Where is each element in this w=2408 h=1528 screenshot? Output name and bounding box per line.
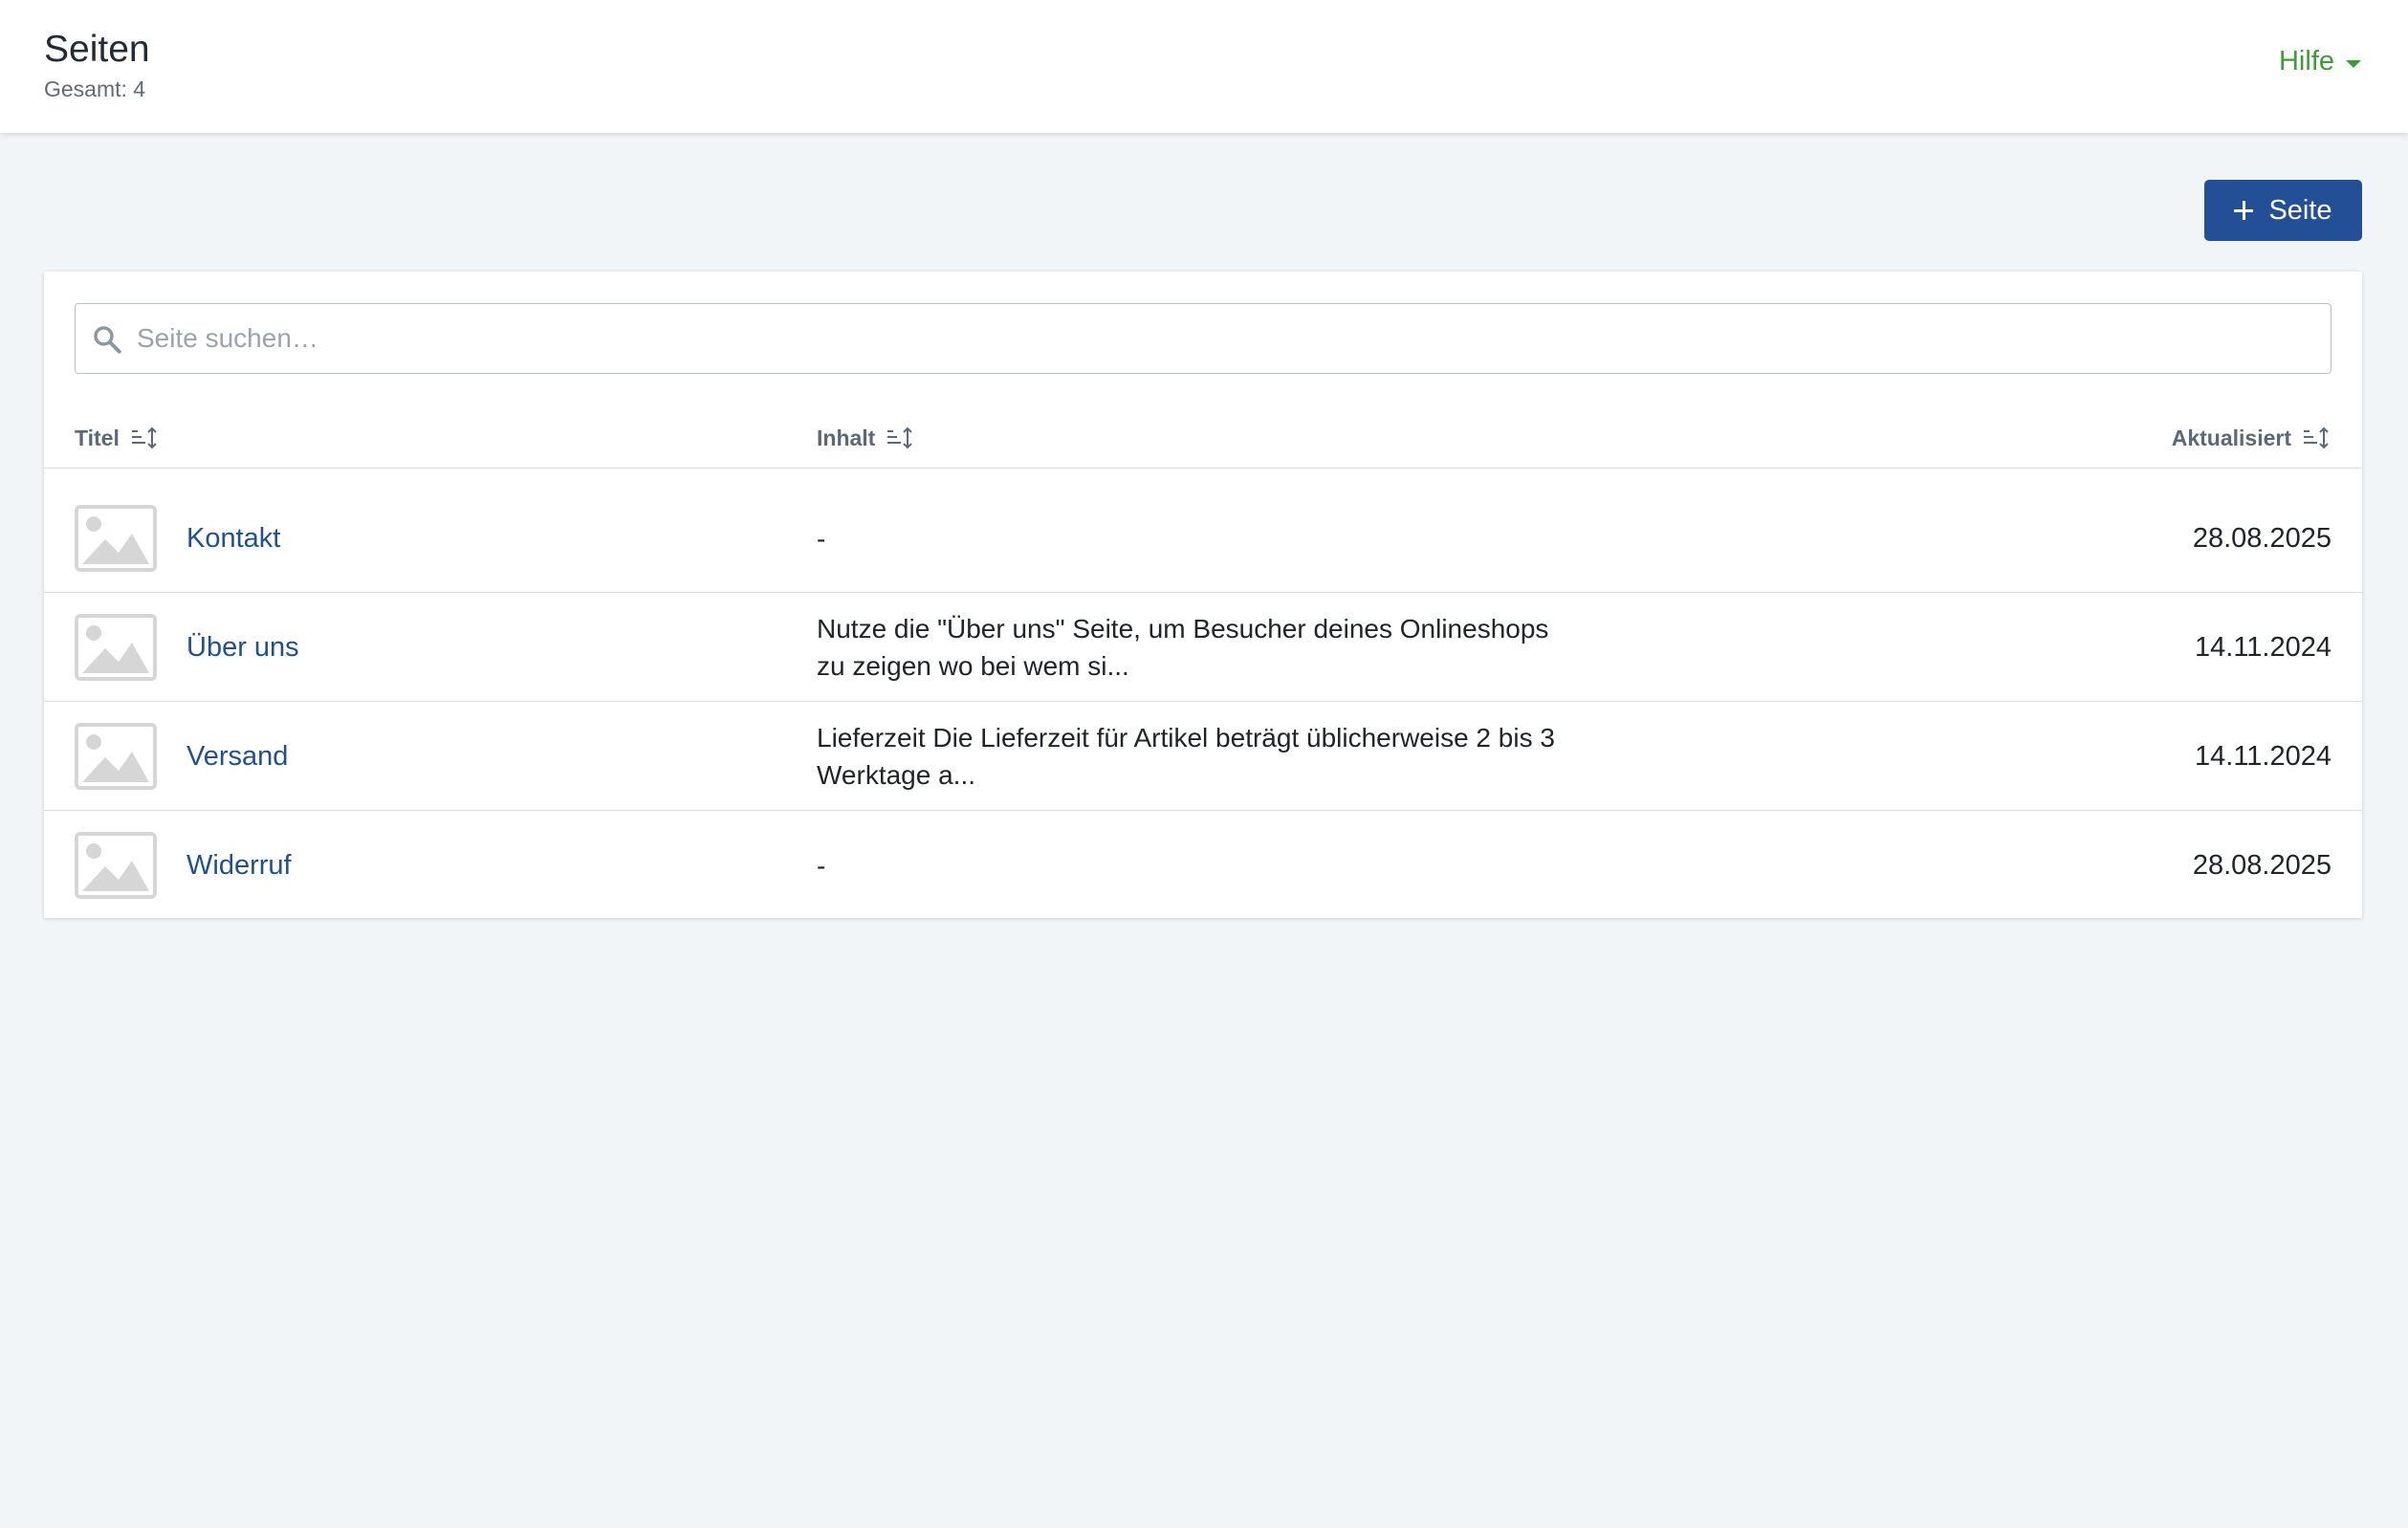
help-label: Hilfe: [2278, 46, 2334, 76]
column-header-content[interactable]: Inhalt: [817, 423, 915, 453]
table-row[interactable]: Versand Lieferzeit Die Lieferzeit für Ar…: [44, 702, 2362, 811]
row-updated-date: 14.11.2024: [2195, 740, 2331, 772]
column-title-label: Titel: [75, 425, 120, 450]
help-dropdown[interactable]: Hilfe: [2279, 46, 2361, 77]
column-updated-label: Aktualisiert: [2171, 425, 2291, 450]
sort-icon: [887, 426, 913, 449]
table-row[interactable]: Über uns Nutze die "Über uns" Seite, um …: [44, 593, 2362, 702]
row-updated-date: 28.08.2025: [2192, 522, 2331, 554]
column-header-title[interactable]: Titel: [75, 423, 160, 453]
row-title-link[interactable]: Versand: [186, 702, 288, 811]
table-row[interactable]: Widerruf - 28.08.2025: [44, 811, 2362, 920]
table-header: Titel Inhalt Aktualisiert: [44, 423, 2362, 469]
row-updated-date: 28.08.2025: [2192, 849, 2331, 881]
image-placeholder-icon: [75, 505, 157, 572]
top-bar: Seiten Gesamt: 4 Hilfe: [0, 0, 2408, 133]
image-placeholder-icon: [75, 614, 157, 681]
column-content-label: Inhalt: [817, 425, 876, 450]
sort-icon: [2304, 426, 2329, 449]
image-placeholder-icon: [75, 723, 157, 790]
search-input[interactable]: [135, 304, 2315, 372]
row-title-link[interactable]: Widerruf: [186, 811, 292, 920]
sort-icon: [131, 426, 157, 449]
row-content: Nutze die "Über uns" Seite, um Besucher …: [817, 614, 1549, 681]
page-count: Gesamt: 4: [44, 76, 146, 101]
add-page-label: Seite: [2268, 194, 2332, 226]
add-page-button[interactable]: Seite: [2204, 180, 2362, 241]
search-icon: [94, 326, 121, 354]
chevron-down-icon: [2346, 59, 2361, 68]
row-content: -: [817, 850, 826, 881]
image-placeholder-icon: [75, 832, 157, 899]
row-content: -: [817, 523, 826, 554]
search-field[interactable]: [75, 303, 2331, 374]
row-content: Lieferzeit Die Lieferzeit für Artikel be…: [817, 723, 1555, 790]
pages-card: Titel Inhalt Aktualisiert: [44, 272, 2362, 918]
table-row[interactable]: Kontakt - 28.08.2025: [44, 484, 2362, 593]
plus-icon: [2234, 201, 2254, 220]
row-title-link[interactable]: Kontakt: [186, 484, 280, 593]
page-title: Seiten: [44, 29, 150, 70]
column-header-updated[interactable]: Aktualisiert: [2172, 423, 2331, 453]
row-updated-date: 14.11.2024: [2195, 631, 2331, 663]
row-title-link[interactable]: Über uns: [186, 593, 299, 702]
